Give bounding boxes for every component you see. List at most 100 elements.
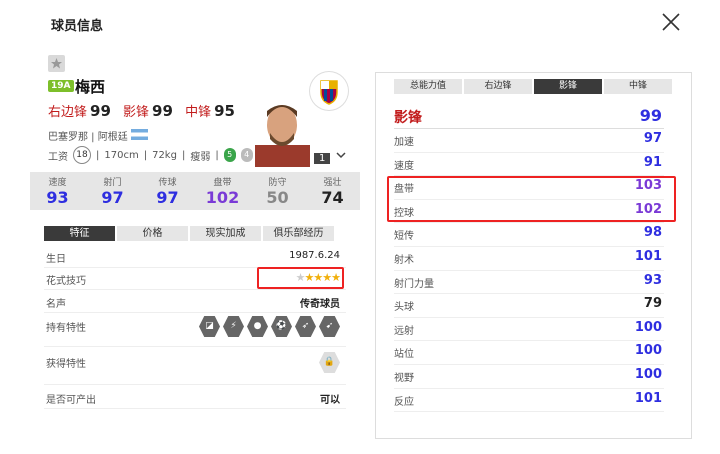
stat-label: 传球 [158, 178, 177, 188]
attribute-label: 反应 [394, 396, 414, 408]
birthday-row: 生日 1987.6.24 [44, 245, 346, 268]
row-label: 生日 [46, 254, 66, 265]
trait-kick-icon[interactable]: ⚡ [223, 316, 244, 337]
highlight-box [387, 176, 676, 222]
close-icon[interactable] [662, 13, 680, 31]
locked-traits: 🔒 [319, 352, 340, 373]
attribute-label: 远射 [394, 325, 414, 337]
row-label: 名声 [46, 299, 66, 310]
attribute-row: 视野 100 [394, 364, 664, 389]
stat-summary: 速度 93 射门 97 传球 97 盘带 102 防守 50 强壮 74 [30, 172, 360, 210]
trait-goalpost-icon[interactable]: ◪ [199, 316, 220, 337]
produce-row: 是否可产出 可以 [44, 386, 346, 409]
attribute-row: 远射 100 [394, 317, 664, 342]
attribute-value: 100 [634, 367, 662, 382]
attribute-row: 头球 79 [394, 293, 664, 318]
attribute-row: 短传 98 [394, 222, 664, 247]
lock-icon[interactable]: 🔒 [319, 352, 340, 373]
position-value: 99 [639, 106, 662, 125]
attribute-row: 站位 100 [394, 340, 664, 365]
trait-dribble-icon[interactable]: ● [247, 316, 268, 337]
stat-cell: 射门 97 [85, 172, 140, 210]
trait-shoot-icon[interactable]: ➹ [319, 316, 340, 337]
stat-label: 盘带 [213, 178, 232, 188]
position-value: 99 [152, 102, 173, 120]
stat-value: 102 [205, 188, 240, 207]
info-tabs: 特征 价格 现实加成 俱乐部经历 [44, 226, 334, 241]
stat-value: 97 [101, 188, 124, 207]
tab-shadow-striker[interactable]: 影锋 [534, 79, 602, 94]
stat-label: 强壮 [323, 178, 342, 188]
tab-real-bonus[interactable]: 现实加成 [190, 226, 261, 241]
build: 瘦弱 [190, 151, 211, 163]
player-meta: 工资 18 | 170cm | 72kg | 瘦弱 | 5 4 [48, 146, 253, 164]
favorite-star-button[interactable] [48, 55, 65, 72]
player-portrait [255, 95, 310, 167]
birthday-value: 1987.6.24 [289, 250, 340, 261]
stat-label: 射门 [103, 178, 122, 188]
stat-cell: 传球 97 [140, 172, 195, 210]
fame-row: 名声 传奇球员 [44, 290, 346, 313]
stat-cell: 盘带 102 [195, 172, 250, 210]
trait-icons: ◪ ⚡ ● ⚽ ➶ ➹ [199, 316, 340, 337]
row-label: 花式技巧 [46, 276, 86, 287]
skill-stars: ★★★★★ [295, 271, 341, 284]
acquire-traits-row: 获得特性 🔒 [44, 350, 346, 385]
tab-price[interactable]: 价格 [117, 226, 188, 241]
stat-value: 74 [321, 188, 344, 207]
attribute-value: 98 [643, 225, 662, 241]
tab-overall[interactable]: 总能力值 [394, 79, 462, 94]
tab-right-winger[interactable]: 右边锋 [464, 79, 532, 94]
attribute-label: 头球 [394, 302, 414, 314]
wage-value: 18 [73, 146, 91, 164]
stat-label: 防守 [268, 178, 287, 188]
attribute-row: 速度 91 [394, 152, 664, 177]
skill-foot-right: 4 [240, 148, 253, 162]
stat-value: 97 [156, 188, 179, 207]
nation-flag-icon [131, 129, 148, 140]
tab-club-history[interactable]: 俱乐部经历 [263, 226, 334, 241]
club-logo [310, 72, 348, 110]
club-name: 巴塞罗那 [48, 132, 88, 143]
row-label: 持有特性 [46, 323, 86, 334]
trait-ball-icon[interactable]: ⚽ [271, 316, 292, 337]
season-badge: 19A [48, 80, 74, 92]
skill-moves-row: 花式技巧 ★★★★★ [44, 267, 346, 290]
star-icon [51, 58, 62, 69]
attribute-row: 射门力量 93 [394, 270, 664, 295]
stat-value: 93 [46, 188, 69, 207]
attribute-label: 加速 [394, 137, 414, 148]
attribute-label: 视野 [394, 373, 414, 384]
owned-traits-row: 持有特性 ◪ ⚡ ● ⚽ ➶ ➹ [44, 314, 346, 347]
level-badge: 1 [314, 153, 331, 164]
skill-foot-left: 5 [223, 148, 236, 162]
position-label: 影锋 [394, 110, 422, 126]
chevron-down-icon[interactable] [336, 151, 346, 159]
fame-value: 传奇球员 [300, 299, 340, 310]
nation-name: 阿根廷 [97, 132, 128, 143]
attribute-value: 101 [634, 249, 662, 264]
attribute-label: 短传 [394, 231, 414, 243]
stat-cell: 速度 93 [30, 172, 85, 210]
attribute-value: 100 [634, 319, 662, 335]
attribute-row: 加速 97 [394, 128, 664, 153]
tab-traits[interactable]: 特征 [44, 226, 115, 241]
tab-striker[interactable]: 中锋 [604, 79, 672, 94]
attribute-value: 91 [643, 154, 662, 170]
row-label: 是否可产出 [46, 395, 96, 406]
club-nation: 巴塞罗那 | 阿根廷 [48, 132, 128, 143]
attribute-value: 79 [643, 296, 662, 312]
position-value: 95 [214, 102, 235, 120]
attribute-value: 100 [634, 343, 662, 359]
attribute-label: 射门力量 [394, 278, 434, 290]
page-title: 球员信息 [51, 19, 104, 34]
trait-pass-icon[interactable]: ➶ [295, 316, 316, 337]
attribute-value: 97 [643, 131, 662, 146]
attribute-label: 射术 [394, 255, 414, 266]
player-name: 梅西 [75, 78, 106, 96]
weight: 72kg [152, 149, 177, 161]
stat-cell: 强壮 74 [305, 172, 360, 210]
position-label: 中锋 [185, 105, 212, 120]
attribute-label: 速度 [394, 160, 414, 172]
stat-value: 50 [266, 188, 289, 207]
